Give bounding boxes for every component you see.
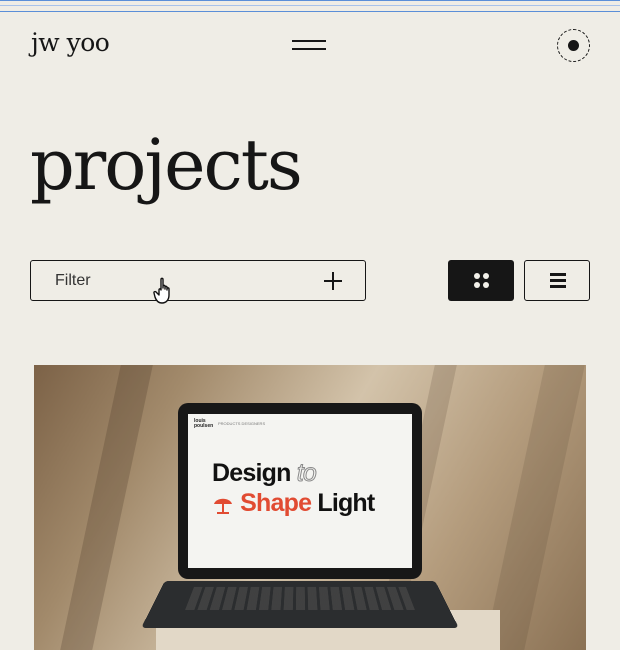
page-title: projects bbox=[30, 124, 303, 206]
screen-nav: PRODUCTS DESIGNERS bbox=[218, 421, 266, 426]
dark-mode-toggle-icon[interactable] bbox=[557, 29, 590, 62]
laptop-keyboard bbox=[141, 580, 459, 628]
browser-top-line bbox=[0, 0, 620, 12]
headline-word-design: Design bbox=[212, 459, 291, 487]
project-card[interactable]: louis poulsen PRODUCTS DESIGNERS Design … bbox=[34, 365, 586, 650]
grid-view-button[interactable] bbox=[448, 260, 514, 301]
headline-word-light: Light bbox=[317, 489, 375, 517]
screen-headline: Design to Shape Light bbox=[212, 458, 375, 518]
filter-dropdown[interactable]: Filter bbox=[30, 260, 366, 301]
lamp-icon bbox=[212, 492, 234, 516]
filter-label: Filter bbox=[55, 272, 91, 289]
screen-logo: louis poulsen bbox=[194, 418, 214, 429]
menu-line-top bbox=[292, 40, 326, 42]
shadow-stripe bbox=[59, 365, 153, 650]
plus-icon[interactable] bbox=[324, 272, 342, 290]
menu-line-bottom bbox=[292, 48, 326, 50]
hand-cursor-icon bbox=[153, 277, 170, 304]
laptop-display: louis poulsen PRODUCTS DESIGNERS Design … bbox=[178, 403, 422, 579]
list-view-button[interactable] bbox=[524, 260, 590, 301]
laptop-screen: louis poulsen PRODUCTS DESIGNERS Design … bbox=[188, 414, 412, 568]
keyboard-keys bbox=[185, 586, 415, 610]
shadow-stripe bbox=[483, 365, 585, 650]
headline-word-to: to bbox=[296, 459, 317, 488]
hamburger-menu-icon[interactable] bbox=[292, 36, 326, 56]
headline-word-shape: Shape bbox=[240, 489, 312, 517]
site-logo[interactable]: jw yoo bbox=[31, 28, 110, 57]
